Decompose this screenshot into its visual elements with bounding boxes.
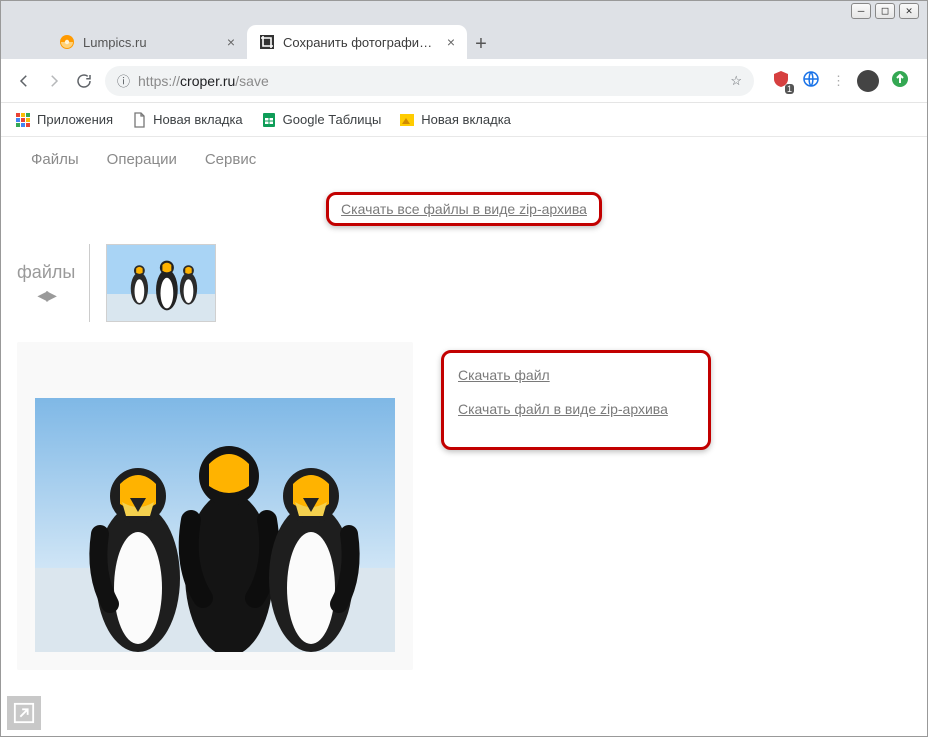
profile-avatar[interactable] — [857, 70, 879, 92]
new-tab-button[interactable]: + — [467, 29, 495, 59]
bookmark-sheets[interactable]: Google Таблицы — [261, 112, 382, 128]
tab-lumpics[interactable]: Lumpics.ru × — [47, 25, 247, 59]
tab-title: Сохранить фотографии - Онлай — [283, 35, 439, 50]
bookmark-label: Новая вкладка — [421, 112, 511, 127]
penguins-preview-icon — [35, 398, 395, 652]
bookmark-label: Google Таблицы — [283, 112, 382, 127]
files-nav-arrows[interactable]: ◀▶ — [17, 287, 75, 304]
preview-card — [17, 342, 413, 670]
upload-extension-icon[interactable] — [891, 70, 909, 91]
preview-image[interactable] — [35, 398, 395, 652]
forward-button[interactable] — [45, 72, 63, 90]
arrow-up-right-box-icon — [13, 702, 35, 724]
window-minimize-button[interactable]: — — [851, 3, 871, 19]
files-label: файлы — [17, 262, 75, 283]
window-close-button[interactable]: ✕ — [899, 3, 919, 19]
adblock-extension-icon[interactable]: 1 — [772, 70, 790, 91]
tab-close-icon[interactable]: × — [447, 34, 455, 50]
penguins-thumbnail-icon — [107, 245, 215, 322]
files-strip: файлы ◀▶ — [1, 244, 927, 322]
site-navigation: Файлы Операции Сервис — [1, 137, 927, 182]
tab-croper[interactable]: Сохранить фотографии - Онлай × — [247, 25, 467, 59]
bookmarks-bar: Приложения Новая вкладка Google Таблицы … — [1, 103, 927, 137]
download-all-link[interactable]: Скачать все файлы в виде zip-архива — [341, 201, 587, 217]
image-icon — [399, 112, 415, 128]
apps-grid-icon — [15, 112, 31, 128]
tab-title: Lumpics.ru — [83, 35, 219, 50]
nav-files[interactable]: Файлы — [31, 151, 79, 168]
site-info-icon[interactable]: ⓘ — [117, 71, 130, 90]
nav-service[interactable]: Сервис — [205, 151, 256, 168]
extension-badge: 1 — [785, 84, 794, 94]
corner-arrow-badge[interactable] — [7, 696, 41, 730]
address-bar[interactable]: ⓘ https://croper.ru/save ☆ — [105, 66, 754, 96]
bookmark-newtab1[interactable]: Новая вкладка — [131, 112, 243, 128]
tab-strip: Lumpics.ru × Сохранить фотографии - Онла… — [1, 1, 927, 59]
window-controls: — □ ✕ — [851, 3, 919, 19]
window-maximize-button[interactable]: □ — [875, 3, 895, 19]
browser-toolbar: ⓘ https://croper.ru/save ☆ 1 ⋮ — [1, 59, 927, 103]
tab-close-icon[interactable]: × — [227, 34, 235, 50]
bookmark-label: Новая вкладка — [153, 112, 243, 127]
main-content: Скачать файл Скачать файл в виде zip-арх… — [1, 322, 927, 670]
file-download-links: Скачать файл Скачать файл в виде zip-арх… — [441, 350, 711, 450]
file-thumbnail[interactable] — [106, 244, 216, 322]
nav-operations[interactable]: Операции — [107, 151, 177, 168]
croper-favicon-icon — [259, 34, 275, 50]
download-file-link[interactable]: Скачать файл — [458, 367, 668, 383]
bookmark-star-icon[interactable]: ☆ — [730, 73, 742, 89]
back-button[interactable] — [15, 72, 33, 90]
lumpics-favicon-icon — [59, 34, 75, 50]
download-all-highlight: Скачать все файлы в виде zip-архива — [326, 192, 602, 226]
bookmark-label: Приложения — [37, 112, 113, 127]
reload-button[interactable] — [75, 72, 93, 90]
sheets-icon — [261, 112, 277, 128]
document-icon — [131, 112, 147, 128]
file-links-highlight: Скачать файл Скачать файл в виде zip-арх… — [441, 350, 711, 450]
download-file-zip-link[interactable]: Скачать файл в виде zip-архива — [458, 401, 668, 417]
bookmark-newtab2[interactable]: Новая вкладка — [399, 112, 511, 128]
extensions-area: 1 ⋮ — [766, 70, 915, 92]
download-all-section: Скачать все файлы в виде zip-архива — [1, 192, 927, 226]
url-text: https://croper.ru/save — [138, 73, 269, 89]
globe-extension-icon[interactable] — [802, 70, 820, 91]
bookmark-apps[interactable]: Приложения — [15, 112, 113, 128]
